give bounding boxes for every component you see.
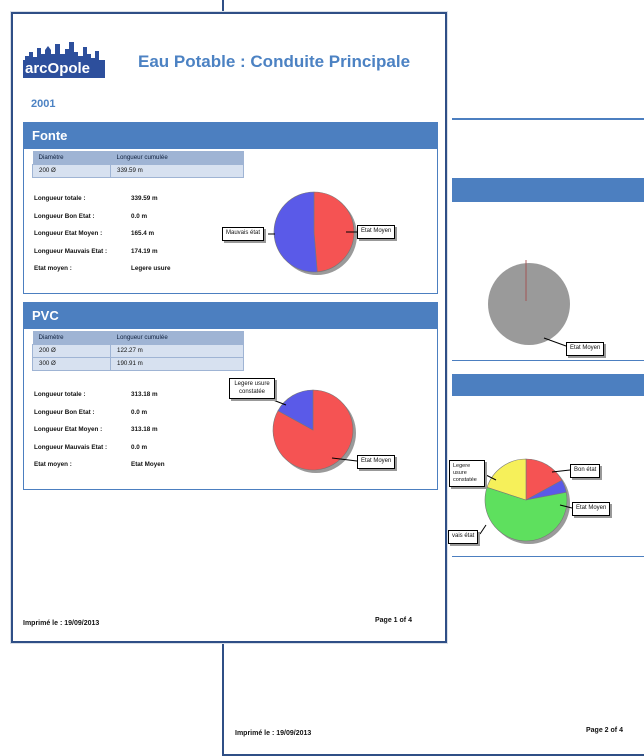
pie-label-mauvais: Mauvais état — [222, 227, 265, 241]
pie-label-moyen: Etat Moyen — [357, 455, 396, 469]
leader-line — [267, 397, 287, 406]
pie-label-moyen: Etat Moyen — [357, 225, 396, 239]
fonte-pie-slice — [273, 191, 318, 273]
pie-label-legere: Legere usure constatée — [229, 378, 275, 399]
page1-pie-charts — [267, 191, 358, 473]
